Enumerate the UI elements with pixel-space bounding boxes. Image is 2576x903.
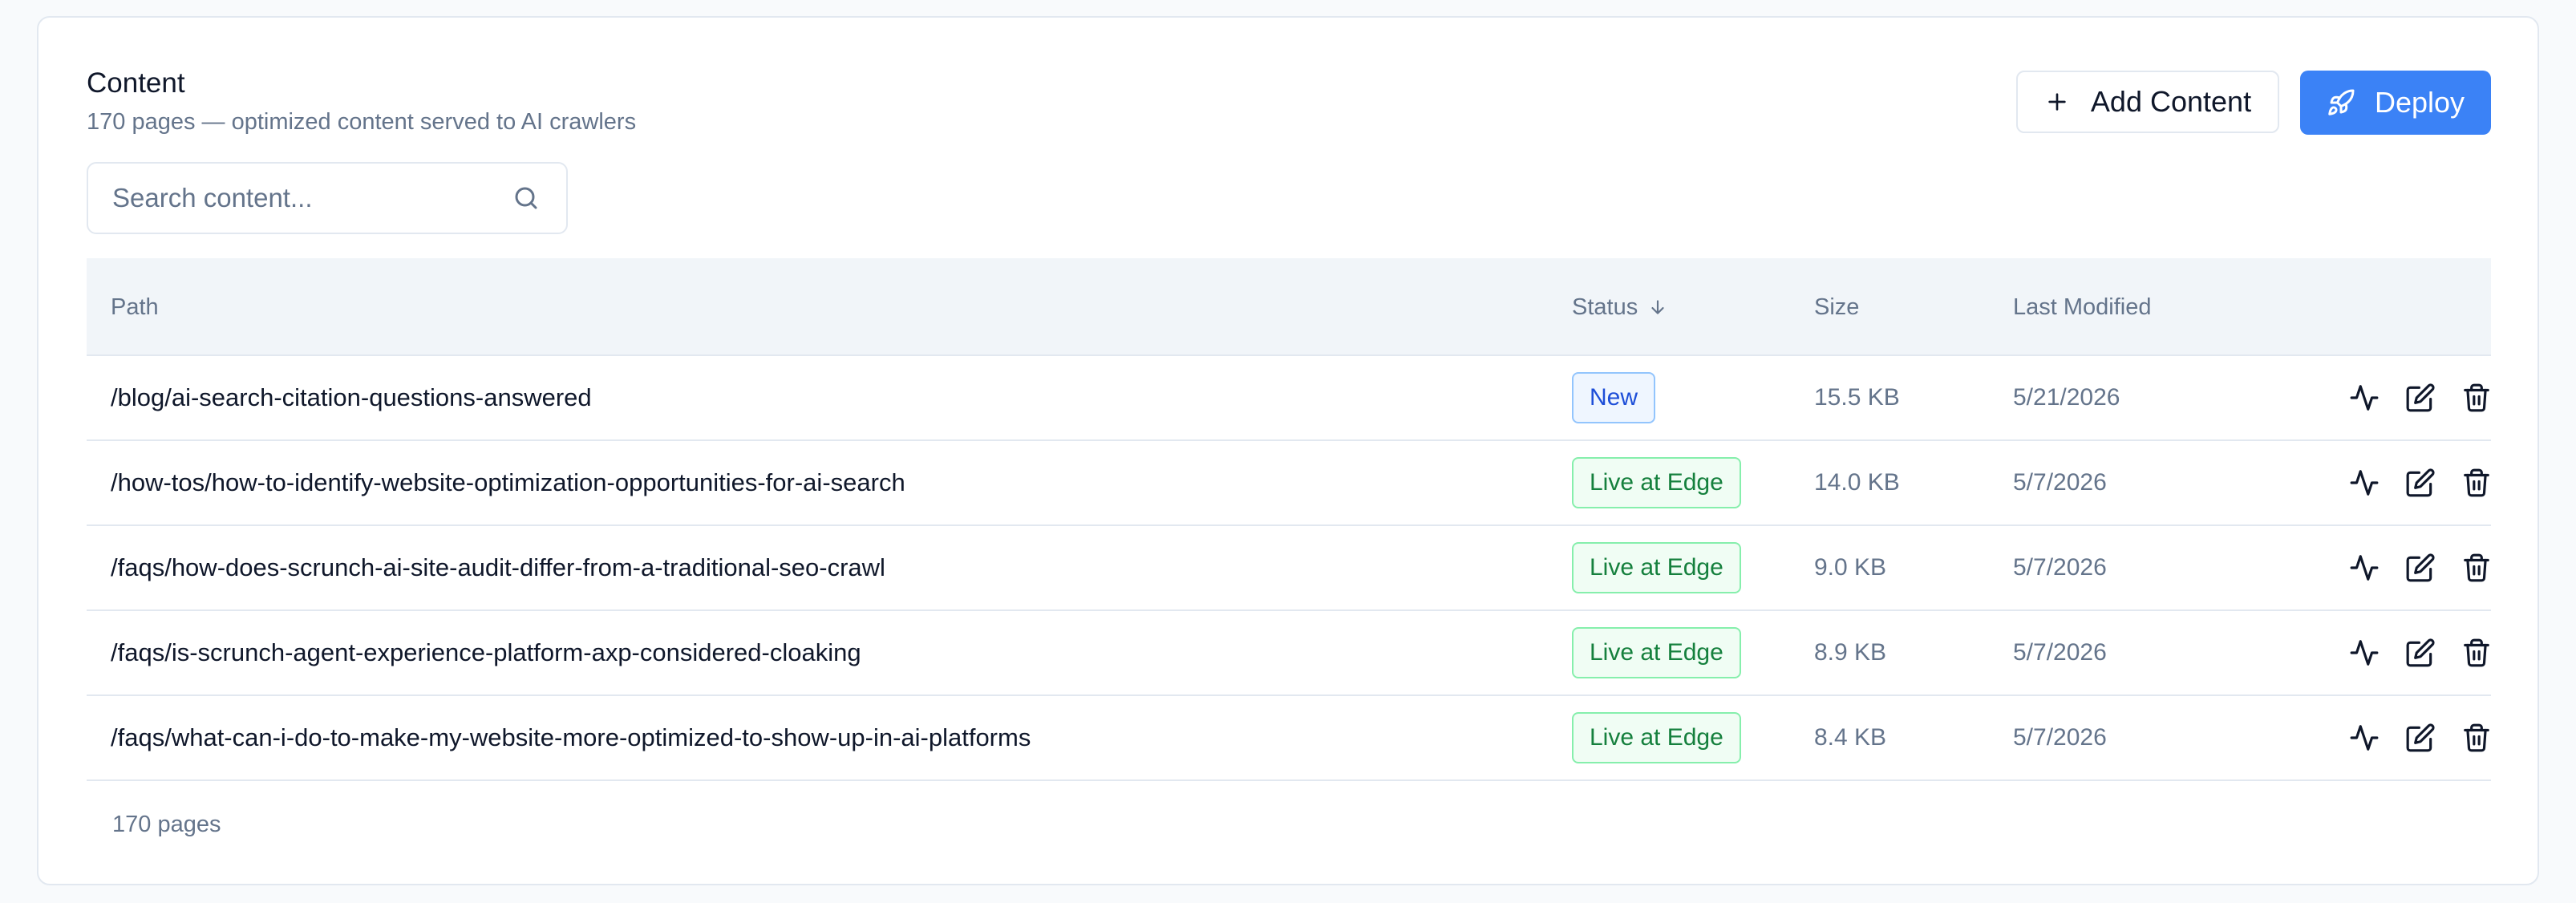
row-size: 8.4 KB: [1814, 724, 1887, 751]
add-content-label: Add Content: [2090, 85, 2252, 118]
row-path[interactable]: /blog/ai-search-citation-questions-answe…: [111, 356, 592, 439]
table-row[interactable]: /faqs/what-can-i-do-to-make-my-website-m…: [87, 696, 2491, 781]
row-status: Live at Edge: [1572, 696, 1741, 779]
table-body: /blog/ai-search-citation-questions-answe…: [87, 356, 2491, 781]
activity-icon[interactable]: [2348, 637, 2380, 669]
column-header-status[interactable]: Status: [1572, 258, 1668, 356]
activity-icon[interactable]: [2348, 382, 2380, 414]
trash-icon[interactable]: [2461, 382, 2493, 414]
row-actions: [2348, 611, 2493, 694]
row-actions: [2348, 696, 2493, 779]
row-path[interactable]: /faqs/how-does-scrunch-ai-site-audit-dif…: [111, 526, 885, 609]
row-last-modified: 5/7/2026: [2013, 639, 2107, 666]
column-header-path[interactable]: Path: [111, 258, 159, 356]
plus-icon: [2044, 89, 2070, 115]
row-actions: [2348, 526, 2493, 609]
trash-icon[interactable]: [2461, 552, 2493, 584]
status-badge: Live at Edge: [1572, 457, 1741, 508]
trash-icon[interactable]: [2461, 722, 2493, 754]
row-last-modified: 5/7/2026: [2013, 554, 2107, 581]
status-badge: Live at Edge: [1572, 712, 1741, 763]
deploy-label: Deploy: [2374, 86, 2465, 119]
trash-icon[interactable]: [2461, 637, 2493, 669]
status-badge: New: [1572, 372, 1656, 423]
page-title: Content: [87, 67, 185, 99]
edit-icon[interactable]: [2404, 382, 2436, 414]
table-row[interactable]: /faqs/how-does-scrunch-ai-site-audit-dif…: [87, 526, 2491, 611]
table-row[interactable]: /blog/ai-search-citation-questions-answe…: [87, 356, 2491, 441]
row-path[interactable]: /how-tos/how-to-identify-website-optimiz…: [111, 441, 905, 524]
row-path[interactable]: /faqs/is-scrunch-agent-experience-platfo…: [111, 611, 861, 694]
row-size: 14.0 KB: [1814, 469, 1900, 496]
search-input[interactable]: [112, 183, 510, 213]
column-header-last-modified[interactable]: Last Modified: [2013, 258, 2152, 356]
search-icon[interactable]: [510, 182, 542, 214]
row-last-modified: 5/21/2026: [2013, 384, 2120, 411]
table-row[interactable]: /faqs/is-scrunch-agent-experience-platfo…: [87, 611, 2491, 696]
row-status: Live at Edge: [1572, 526, 1741, 609]
row-last-modified: 5/7/2026: [2013, 724, 2107, 751]
row-last-modified: 5/7/2026: [2013, 469, 2107, 496]
edit-icon[interactable]: [2404, 637, 2436, 669]
row-size: 9.0 KB: [1814, 554, 1887, 581]
table-header: Path Status Size Last Modified: [87, 258, 2491, 356]
row-path[interactable]: /faqs/what-can-i-do-to-make-my-website-m…: [111, 696, 1031, 779]
row-status: Live at Edge: [1572, 611, 1741, 694]
content-card: Content 170 pages — optimized content se…: [37, 16, 2539, 885]
page-subtitle: 170 pages — optimized content served to …: [87, 109, 637, 135]
edit-icon[interactable]: [2404, 552, 2436, 584]
column-header-size[interactable]: Size: [1814, 258, 1859, 356]
edit-icon[interactable]: [2404, 722, 2436, 754]
edit-icon[interactable]: [2404, 467, 2436, 499]
row-size: 8.9 KB: [1814, 639, 1887, 666]
row-status: Live at Edge: [1572, 441, 1741, 524]
row-status: New: [1572, 356, 1656, 439]
row-actions: [2348, 356, 2493, 439]
add-content-button[interactable]: Add Content: [2016, 71, 2279, 133]
rocket-icon: [2327, 88, 2355, 117]
activity-icon[interactable]: [2348, 722, 2380, 754]
deploy-button[interactable]: Deploy: [2300, 71, 2491, 135]
status-header-label: Status: [1572, 294, 1638, 320]
status-badge: Live at Edge: [1572, 627, 1741, 678]
page-count: 170 pages: [112, 812, 221, 837]
arrow-down-icon: [1647, 297, 1668, 318]
content-table: Path Status Size Last Modified /blog/ai-…: [87, 258, 2491, 781]
row-size: 15.5 KB: [1814, 384, 1900, 411]
activity-icon[interactable]: [2348, 467, 2380, 499]
status-badge: Live at Edge: [1572, 542, 1741, 593]
table-row[interactable]: /how-tos/how-to-identify-website-optimiz…: [87, 441, 2491, 526]
trash-icon[interactable]: [2461, 467, 2493, 499]
row-actions: [2348, 441, 2493, 524]
activity-icon[interactable]: [2348, 552, 2380, 584]
search-box: [87, 162, 568, 234]
